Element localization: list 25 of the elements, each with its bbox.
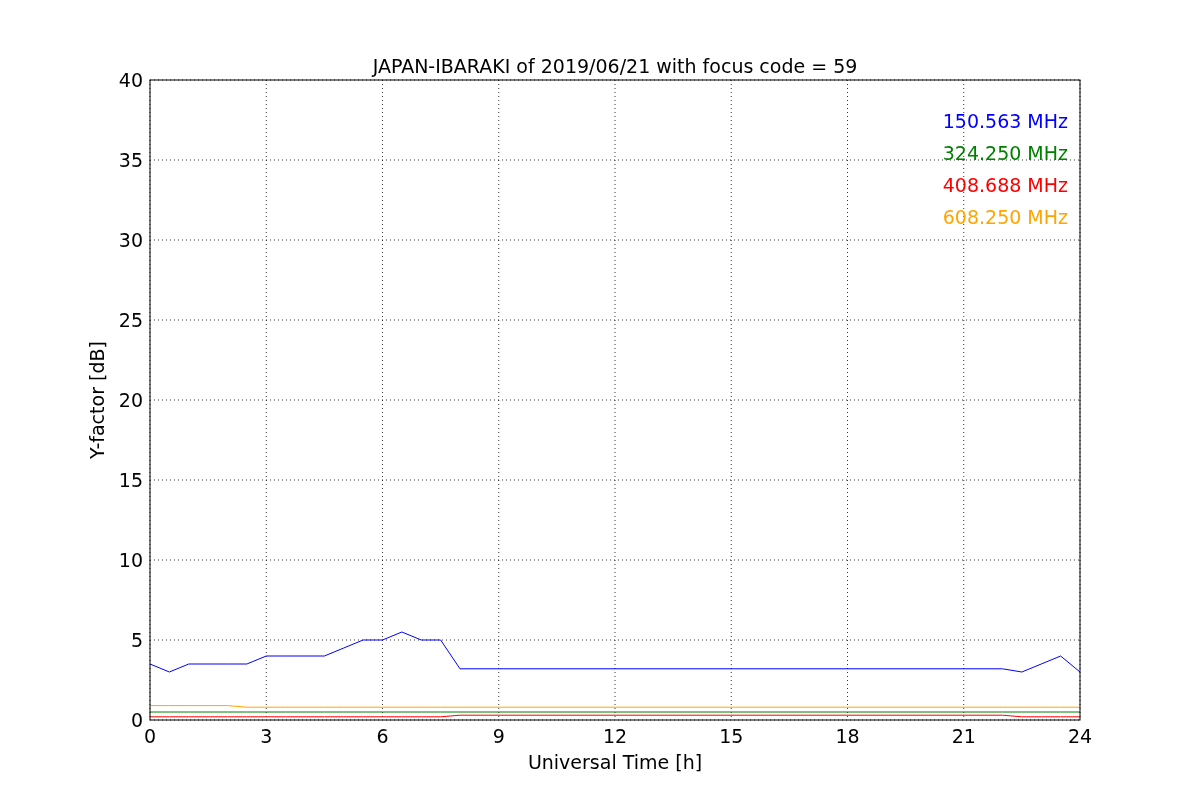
legend-label: 408.688 MHz [942, 174, 1068, 196]
x-tick-label: 3 [260, 725, 273, 747]
legend-label: 324.250 MHz [942, 142, 1068, 164]
y-axis-label: Y-factor [dB] [86, 341, 108, 459]
x-tick-label: 18 [835, 725, 860, 747]
legend-label: 150.563 MHz [942, 110, 1068, 132]
y-tick-label: 10 [118, 549, 143, 571]
x-tick-label: 6 [376, 725, 389, 747]
x-tick-label: 0 [143, 725, 157, 747]
legend-label: 608.250 MHz [942, 206, 1068, 228]
y-tick-label: 0 [130, 709, 143, 731]
x-tick-label: 24 [1067, 725, 1093, 747]
y-tick-label: 30 [118, 229, 143, 251]
y-tick-label: 5 [130, 629, 143, 651]
x-axis-label: Universal Time [h] [527, 751, 703, 773]
x-tick-label: 9 [492, 725, 505, 747]
chart-title: JAPAN-IBARAKI of 2019/06/21 with focus code = 59 [372, 55, 858, 77]
y-tick-label: 40 [118, 69, 143, 91]
x-tick-label: 15 [719, 725, 744, 747]
x-tick-label: 12 [602, 725, 628, 747]
x-tick-label: 21 [951, 725, 976, 747]
y-tick-label: 15 [118, 469, 143, 491]
y-tick-label: 20 [118, 389, 143, 411]
y-tick-label: 35 [118, 149, 143, 171]
y-tick-label: 25 [118, 309, 143, 331]
